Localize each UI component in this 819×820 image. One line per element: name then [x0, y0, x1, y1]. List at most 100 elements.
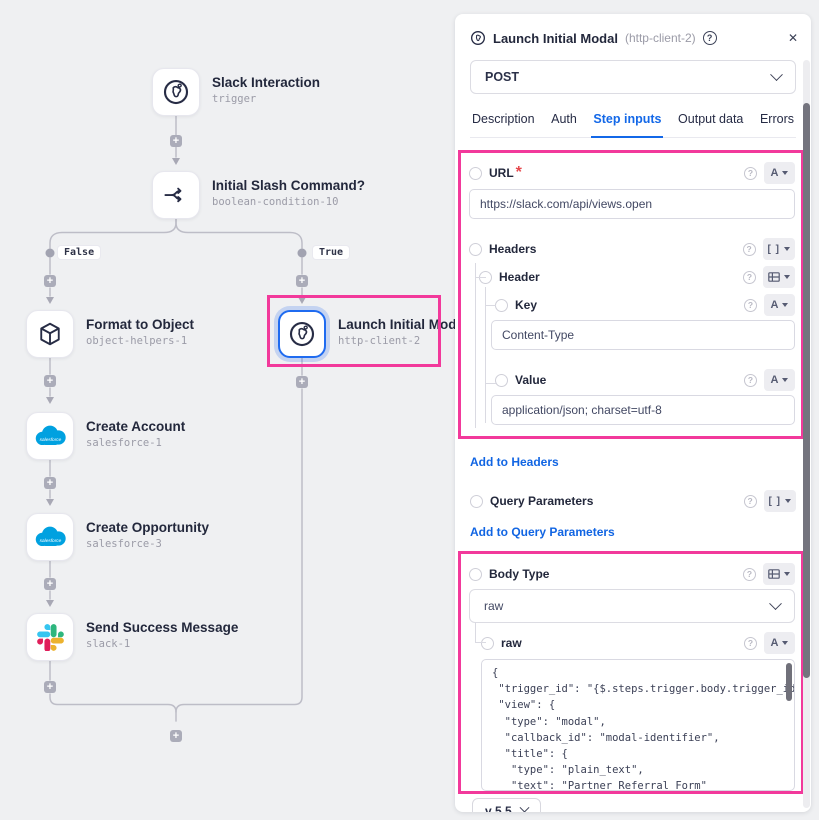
help-icon[interactable]: ? [744, 374, 757, 387]
panel-tabs: Description Auth Step inputs Output data… [470, 103, 796, 138]
type-selector-object[interactable] [763, 266, 795, 288]
caret-down-icon [785, 499, 791, 503]
node-initial-slash-command[interactable] [152, 171, 200, 219]
help-icon[interactable]: ? [743, 271, 756, 284]
connector-version-select[interactable]: v 5.5 [472, 798, 541, 812]
radio-headers[interactable] [469, 243, 482, 256]
table-icon [768, 569, 780, 579]
node-launch-initial-modal[interactable] [278, 310, 326, 358]
radio-body-type[interactable] [469, 568, 482, 581]
add-step-button[interactable]: + [44, 681, 56, 693]
field-row-url: URL* ? A [469, 165, 795, 181]
node-label: Send Success Message slack-1 [86, 620, 238, 650]
node-create-account[interactable]: salesforce [26, 412, 74, 460]
add-step-button[interactable]: + [170, 730, 182, 742]
add-to-query-parameters-link[interactable]: Add to Query Parameters [470, 525, 796, 539]
caret-down-icon [782, 303, 788, 307]
table-icon [768, 272, 780, 282]
type-selector-string[interactable]: A [764, 294, 795, 316]
tab-auth[interactable]: Auth [549, 103, 579, 137]
radio-key[interactable] [495, 299, 508, 312]
tab-errors[interactable]: Errors [758, 103, 796, 137]
node-format-to-object[interactable] [26, 310, 74, 358]
raw-body-code: { "trigger_id": "{$.steps.trigger.body.t… [492, 665, 780, 791]
panel-scrollbar-thumb[interactable] [803, 103, 810, 678]
type-selector-array[interactable]: [ ] [763, 238, 795, 260]
radio-url[interactable] [469, 167, 482, 180]
header-value-input[interactable]: application/json; charset=utf-8 [491, 395, 795, 425]
add-step-button[interactable]: + [44, 578, 56, 590]
help-icon[interactable]: ? [743, 568, 756, 581]
raw-body-textarea[interactable]: { "trigger_id": "{$.steps.trigger.body.t… [481, 659, 795, 791]
help-icon[interactable]: ? [744, 637, 757, 650]
globe-icon [470, 30, 486, 46]
panel-instance-id: (http-client-2) [625, 31, 696, 45]
url-input[interactable]: https://slack.com/api/views.open [469, 189, 795, 219]
tree-line [475, 263, 476, 428]
add-to-headers-link[interactable]: Add to Headers [470, 455, 796, 469]
node-send-success-message[interactable] [26, 613, 74, 661]
add-step-button[interactable]: + [44, 275, 56, 287]
branch-label-false: False [58, 246, 100, 259]
help-icon[interactable]: ? [743, 243, 756, 256]
node-label: Format to Object object-helpers-1 [86, 317, 194, 347]
type-selector-array[interactable]: [ ] [764, 490, 796, 512]
branch-condition-icon [161, 180, 191, 210]
add-step-button[interactable]: + [44, 375, 56, 387]
add-step-button[interactable]: + [296, 275, 308, 287]
body-type-select[interactable]: raw [469, 589, 795, 623]
node-label: Launch Initial Modal http-client-2 [338, 317, 468, 347]
field-row-headers: Headers ? [ ] [469, 241, 795, 257]
radio-value[interactable] [495, 374, 508, 387]
type-selector-string[interactable]: A [764, 632, 795, 654]
cube-icon [35, 319, 65, 349]
tree-line [485, 383, 496, 384]
salesforce-icon: salesforce [31, 423, 69, 450]
slack-icon [37, 624, 64, 651]
tab-output-data[interactable]: Output data [676, 103, 745, 137]
help-icon[interactable]: ? [744, 495, 757, 508]
type-selector-string[interactable]: A [764, 162, 795, 184]
node-create-opportunity[interactable]: salesforce [26, 513, 74, 561]
radio-raw[interactable] [481, 637, 494, 650]
type-selector-string[interactable]: A [764, 369, 795, 391]
caret-down-icon [784, 572, 790, 576]
panel-title: Launch Initial Modal [493, 31, 618, 46]
help-icon[interactable]: ? [744, 167, 757, 180]
radio-query-parameters[interactable] [470, 495, 483, 508]
field-row-query-parameters: Query Parameters ? [ ] [470, 493, 796, 509]
method-select[interactable]: POST [470, 60, 796, 94]
node-slack-interaction-trigger[interactable] [152, 68, 200, 116]
tab-description[interactable]: Description [470, 103, 537, 137]
help-icon[interactable]: ? [744, 299, 757, 312]
add-step-button[interactable]: + [296, 376, 308, 388]
salesforce-icon: salesforce [31, 524, 69, 551]
globe-icon [161, 77, 191, 107]
caret-down-icon [784, 247, 790, 251]
textarea-scrollbar-thumb[interactable] [786, 663, 792, 701]
svg-text:salesforce: salesforce [40, 436, 62, 442]
tab-step-inputs[interactable]: Step inputs [591, 103, 663, 138]
close-icon[interactable]: ✕ [788, 31, 798, 45]
tree-line [475, 642, 486, 643]
header-key-input[interactable]: Content-Type [491, 320, 795, 350]
step-config-panel: Launch Initial Modal (http-client-2) ? ✕… [455, 14, 811, 812]
node-label: Initial Slash Command? boolean-condition… [212, 178, 365, 208]
type-selector-object[interactable] [763, 563, 795, 585]
field-row-value: Value ? A [495, 372, 795, 388]
caret-down-icon [784, 275, 790, 279]
field-row-key: Key ? A [495, 297, 795, 313]
add-step-button[interactable]: + [170, 135, 182, 147]
chevron-down-icon [770, 68, 783, 81]
help-icon[interactable]: ? [703, 31, 717, 45]
tree-line [475, 277, 486, 278]
node-label: Create Opportunity salesforce-3 [86, 520, 209, 550]
add-step-button[interactable]: + [44, 477, 56, 489]
caret-down-icon [782, 641, 788, 645]
highlight-box-body: Body Type ? raw raw ? A { "tri [458, 551, 804, 794]
highlight-box-url-headers: URL* ? A https://slack.com/api/views.ope… [458, 150, 804, 439]
panel-header: Launch Initial Modal (http-client-2) ? ✕ [455, 14, 811, 60]
chevron-down-icon [769, 597, 782, 610]
field-row-header: Header ? [479, 269, 795, 285]
tree-line [475, 622, 476, 643]
